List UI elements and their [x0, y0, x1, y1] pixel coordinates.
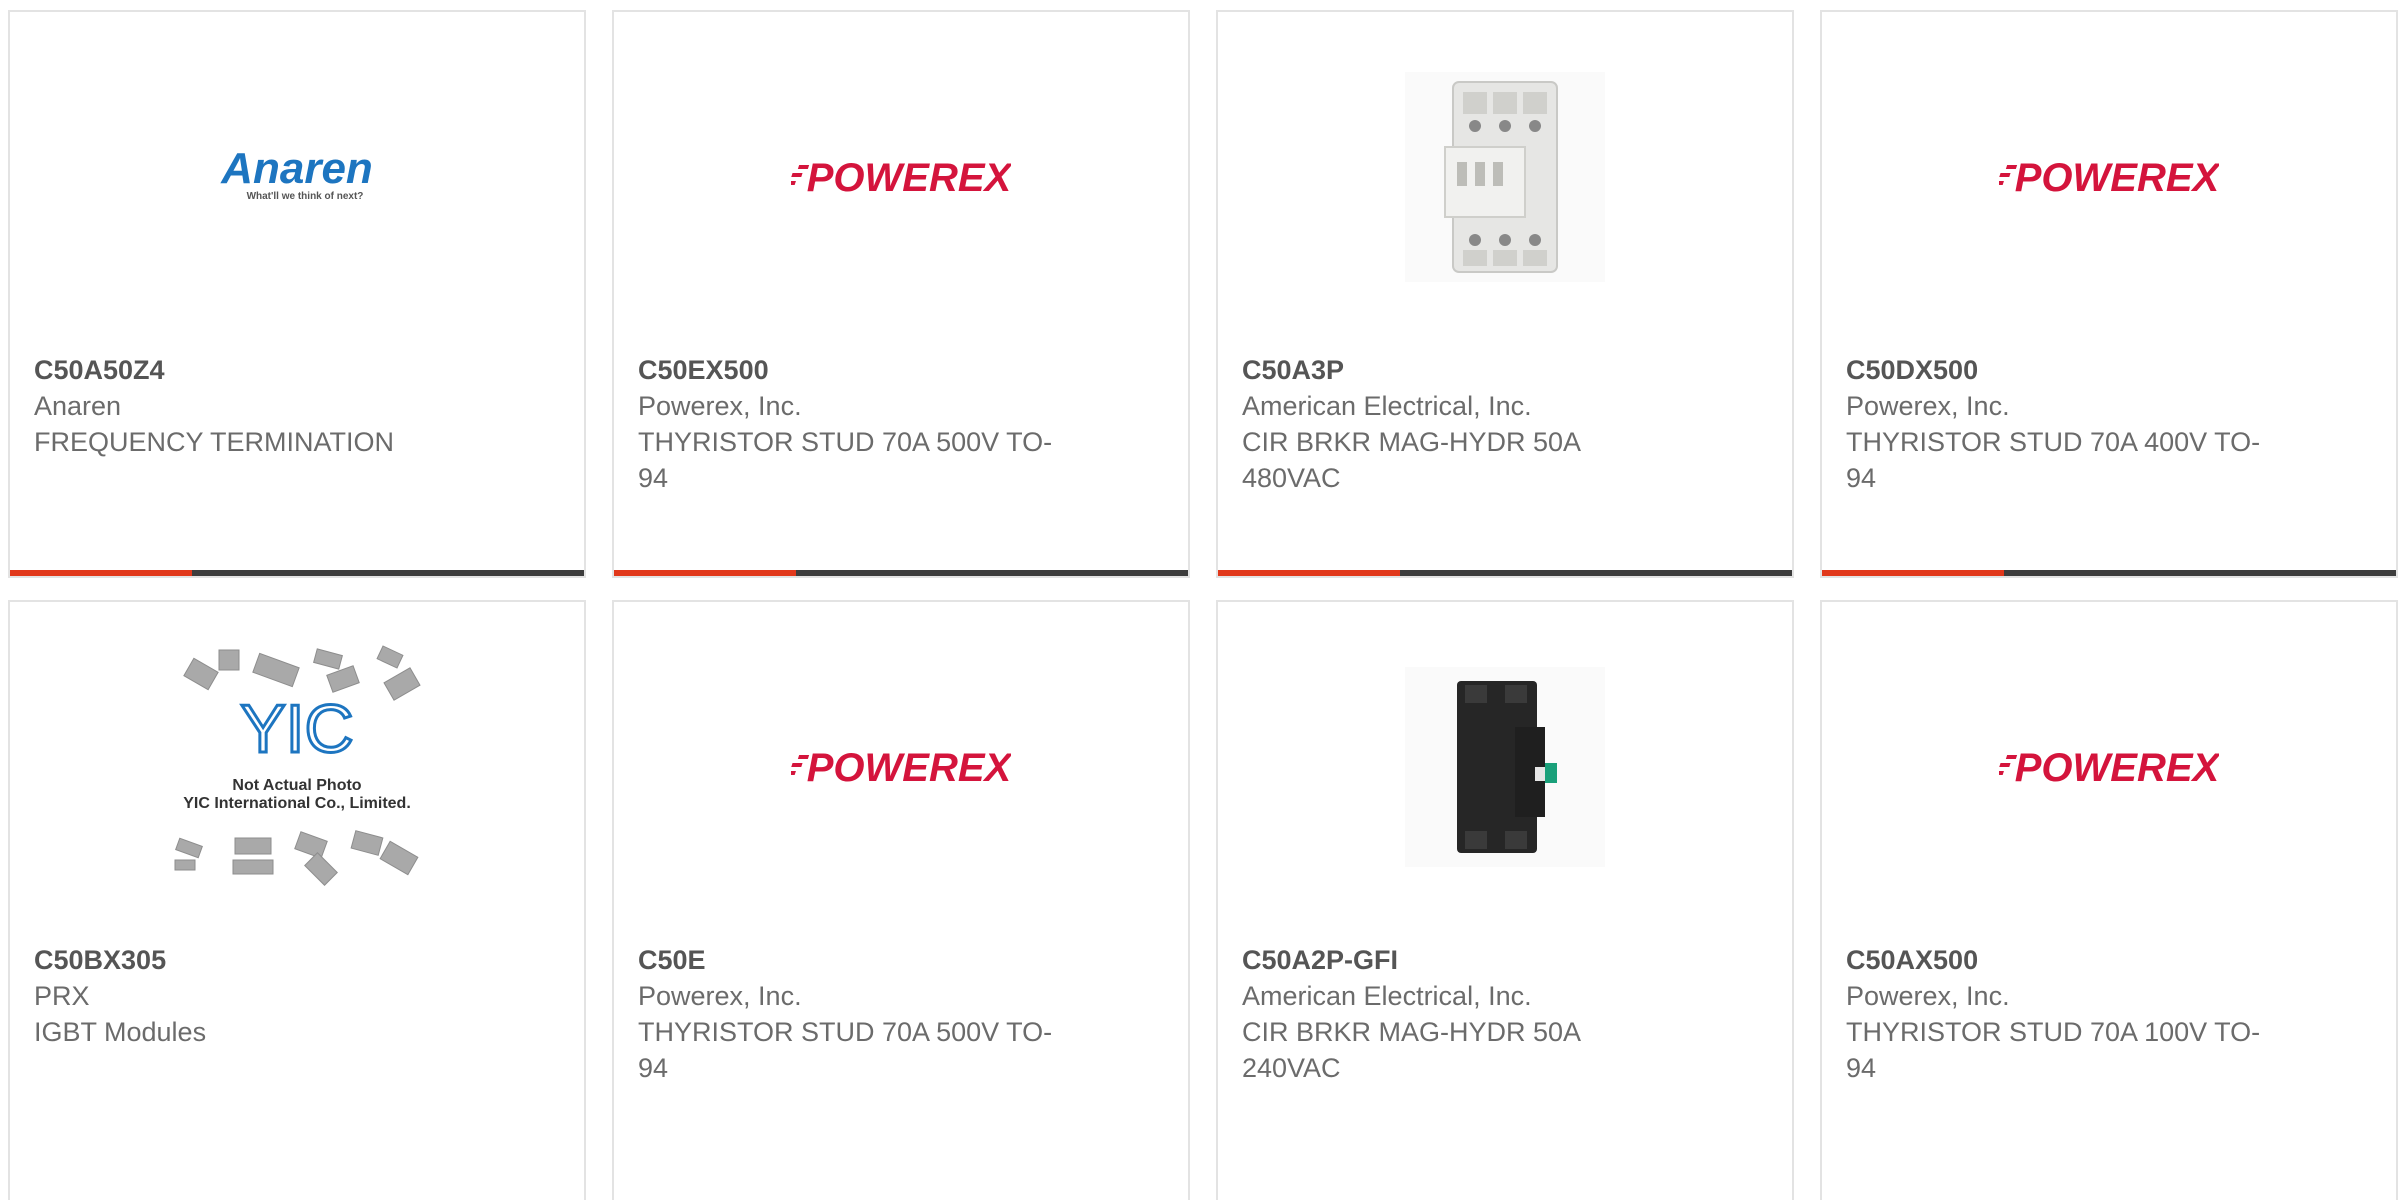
chip-placeholder-icon: YIC Not Actual Photo YIC International C…: [174, 645, 421, 886]
manufacturer: Powerex, Inc.: [1846, 981, 2010, 1011]
product-image[interactable]: POWEREX: [614, 602, 1188, 932]
product-image[interactable]: [1218, 602, 1792, 932]
product-image[interactable]: [1218, 12, 1792, 342]
product-image[interactable]: POWEREX: [1822, 12, 2396, 342]
description: IGBT Modules: [34, 1017, 207, 1047]
card-bottom-bar: [614, 570, 1188, 576]
svg-text:POWEREX: POWEREX: [2015, 156, 2219, 200]
card-accent-bar: [1218, 570, 1400, 576]
manufacturer: Powerex, Inc.: [638, 981, 802, 1011]
svg-text:YIC International Co., Limited: YIC International Co., Limited.: [183, 795, 411, 812]
card-accent-bar: [10, 570, 192, 576]
product-image[interactable]: POWEREX: [614, 12, 1188, 342]
description: THYRISTOR STUD 70A 400V TO-94: [1846, 427, 2261, 493]
powerex-logo-icon: POWEREX: [791, 156, 1011, 200]
description: FREQUENCY TERMINATION: [34, 427, 395, 457]
circuit-breaker-icon: [1405, 72, 1605, 282]
card-bottom-bar: [10, 570, 584, 576]
part-number[interactable]: C50A2P-GFI: [1242, 942, 1772, 978]
svg-text:What'll we think of next?: What'll we think of next?: [247, 191, 364, 202]
powerex-logo-icon: POWEREX: [791, 746, 1011, 790]
description: THYRISTOR STUD 70A 500V TO-94: [638, 427, 1053, 493]
manufacturer: American Electrical, Inc.: [1242, 391, 1532, 421]
powerex-logo-icon: POWEREX: [1999, 156, 2219, 200]
manufacturer: Powerex, Inc.: [638, 391, 802, 421]
description: CIR BRKR MAG-HYDR 50A 480VAC: [1242, 427, 1580, 493]
product-card[interactable]: C50A3P American Electrical, Inc. CIR BRK…: [1216, 10, 1794, 578]
product-card[interactable]: POWEREX C50E Powerex, Inc. THYRISTOR STU…: [612, 600, 1190, 1200]
part-number[interactable]: C50EX500: [638, 352, 1168, 388]
product-card[interactable]: POWEREX C50AX500 Powerex, Inc. THYRISTOR…: [1820, 600, 2398, 1200]
manufacturer: Powerex, Inc.: [1846, 391, 2010, 421]
part-number[interactable]: C50E: [638, 942, 1168, 978]
card-bottom-bar: [1822, 570, 2396, 576]
product-image[interactable]: Anaren What'll we think of next?: [10, 12, 584, 342]
svg-text:POWEREX: POWEREX: [807, 156, 1011, 200]
anaren-logo-icon: Anaren What'll we think of next?: [220, 144, 373, 202]
powerex-logo-icon: POWEREX: [1999, 746, 2219, 790]
product-image[interactable]: POWEREX: [1822, 602, 2396, 932]
circuit-breaker-icon: [1405, 667, 1605, 867]
description: THYRISTOR STUD 70A 100V TO-94: [1846, 1017, 2261, 1083]
product-card[interactable]: POWEREX C50EX500 Powerex, Inc. THYRISTOR…: [612, 10, 1190, 578]
svg-text:Anaren: Anaren: [220, 144, 373, 193]
svg-text:POWEREX: POWEREX: [2015, 746, 2219, 790]
manufacturer: PRX: [34, 981, 90, 1011]
card-bottom-bar: [1218, 570, 1792, 576]
part-number[interactable]: C50A3P: [1242, 352, 1772, 388]
svg-text:POWEREX: POWEREX: [807, 746, 1011, 790]
product-card[interactable]: Anaren What'll we think of next? C50A50Z…: [8, 10, 586, 578]
product-card[interactable]: YIC Not Actual Photo YIC International C…: [8, 600, 586, 1200]
manufacturer: American Electrical, Inc.: [1242, 981, 1532, 1011]
manufacturer: Anaren: [34, 391, 122, 421]
product-card[interactable]: C50A2P-GFI American Electrical, Inc. CIR…: [1216, 600, 1794, 1200]
product-grid: Anaren What'll we think of next? C50A50Z…: [8, 10, 2400, 1200]
part-number[interactable]: C50DX500: [1846, 352, 2376, 388]
description: THYRISTOR STUD 70A 500V TO-94: [638, 1017, 1053, 1083]
part-number[interactable]: C50BX305: [34, 942, 564, 978]
svg-text:Not Actual Photo: Not Actual Photo: [232, 777, 361, 794]
part-number[interactable]: C50AX500: [1846, 942, 2376, 978]
product-image[interactable]: YIC Not Actual Photo YIC International C…: [10, 602, 584, 932]
product-card[interactable]: POWEREX C50DX500 Powerex, Inc. THYRISTOR…: [1820, 10, 2398, 578]
card-accent-bar: [614, 570, 796, 576]
description: CIR BRKR MAG-HYDR 50A 240VAC: [1242, 1017, 1580, 1083]
svg-text:YIC: YIC: [240, 691, 353, 767]
card-accent-bar: [1822, 570, 2004, 576]
part-number[interactable]: C50A50Z4: [34, 352, 564, 388]
